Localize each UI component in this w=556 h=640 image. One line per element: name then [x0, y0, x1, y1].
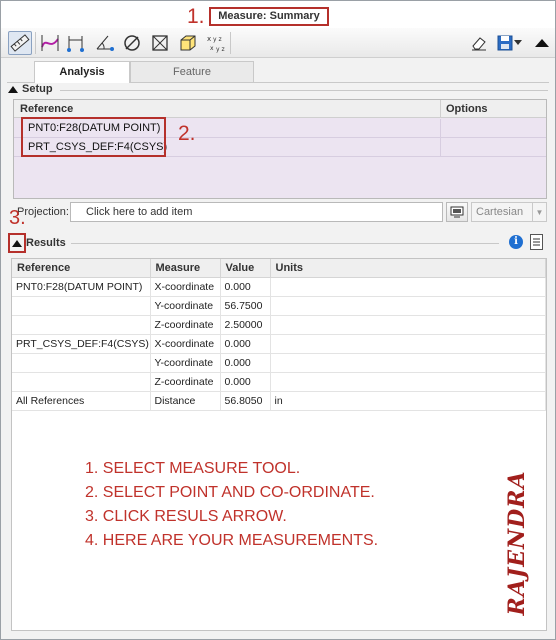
annotation-step-1: 1.	[187, 5, 205, 28]
value-cell: 56.8050	[220, 391, 271, 411]
reference-cell	[12, 372, 151, 392]
table-row[interactable]: All References Distance 56.8050 in	[12, 391, 546, 411]
instruction-line: 2. SELECT POINT AND CO-ORDINATE.	[85, 484, 375, 501]
window-title: Measure: Summary	[209, 7, 329, 26]
document-list-icon[interactable]	[530, 234, 543, 250]
column-header-measure[interactable]: Measure	[150, 259, 221, 278]
annotation-highlight-box	[21, 117, 166, 157]
volume-icon[interactable]	[176, 31, 200, 55]
reference-cell	[12, 296, 151, 316]
annotation-step-3: 3.	[9, 207, 26, 229]
results-table-panel: Reference Measure Value Units PNT0:F28(D…	[11, 258, 547, 631]
column-header-options: Options	[446, 103, 488, 115]
table-row[interactable]: PRT_CSYS_DEF:F4(CSYS) X-coordinate 0.000	[12, 334, 546, 354]
info-icon[interactable]: i	[509, 235, 523, 249]
collapse-arrow-icon	[12, 240, 22, 247]
value-cell: 56.7500	[220, 296, 271, 316]
table-row[interactable]: Z-coordinate 2.50000	[12, 315, 546, 335]
dropdown-icon[interactable]	[512, 31, 524, 55]
measure-cell: Z-coordinate	[150, 315, 221, 335]
units-cell	[270, 372, 546, 392]
coordinate-system-select[interactable]: Cartesian ▼	[471, 202, 547, 222]
divider	[60, 90, 548, 91]
reference-cell: PNT0:F28(DATUM POINT)	[12, 277, 151, 297]
ruler-measure-icon[interactable]	[8, 31, 32, 55]
svg-text:y z: y z	[213, 36, 222, 43]
setup-section-header[interactable]: Setup	[8, 83, 548, 97]
measure-window: Measure: Summary 1. xy zxy z Analysis Fe…	[0, 0, 556, 640]
distance-icon[interactable]	[64, 31, 88, 55]
setup-table-header: Reference Options	[14, 100, 546, 118]
annotation-step-2: 2.	[178, 122, 196, 145]
units-cell: in	[270, 391, 546, 411]
angle-icon[interactable]	[92, 31, 116, 55]
measure-cell: Z-coordinate	[150, 372, 221, 392]
instruction-line: 3. CLICK RESULS ARROW.	[85, 508, 287, 525]
measure-cell: Distance	[150, 391, 221, 411]
reference-cell	[12, 353, 151, 373]
value-cell: 2.50000	[220, 315, 271, 335]
tab-bar: Analysis Feature	[1, 59, 555, 83]
chevron-down-icon[interactable]: ▼	[532, 203, 546, 221]
instruction-line: 4. HERE ARE YOUR MEASUREMENTS.	[85, 532, 379, 549]
value-cell: 0.000	[220, 353, 271, 373]
monitor-icon[interactable]	[446, 202, 468, 222]
author-signature: RAJENDRA	[504, 470, 530, 616]
toolbar: xy zxy z	[1, 28, 555, 58]
collapse-icon[interactable]	[530, 31, 554, 55]
curve-length-icon[interactable]	[38, 31, 62, 55]
tab-analysis[interactable]: Analysis	[34, 61, 130, 83]
collapse-arrow-icon[interactable]	[8, 86, 18, 93]
projection-input[interactable]: Click here to add item	[70, 202, 443, 222]
instruction-line: 1. SELECT MEASURE TOOL.	[85, 460, 301, 477]
coordinate-system-value: Cartesian	[476, 206, 524, 218]
measure-cell: X-coordinate	[150, 277, 221, 297]
measure-cell: Y-coordinate	[150, 353, 221, 373]
diameter-icon[interactable]	[120, 31, 144, 55]
measure-cell: X-coordinate	[150, 334, 221, 354]
reference-cell	[12, 315, 151, 335]
column-header-reference[interactable]: Reference	[12, 259, 151, 278]
table-row[interactable]: PNT0:F28(DATUM POINT) X-coordinate 0.000	[12, 277, 546, 297]
column-header-reference: Reference	[20, 103, 74, 115]
results-collapse-button[interactable]	[8, 233, 26, 253]
svg-text:x: x	[210, 45, 214, 52]
value-cell: 0.000	[220, 277, 271, 297]
eraser-icon[interactable]	[467, 31, 491, 55]
transform-xyz-icon[interactable]: xy zxy z	[204, 31, 228, 55]
column-header-units[interactable]: Units	[270, 259, 546, 278]
column-header-value[interactable]: Value	[220, 259, 271, 278]
units-cell	[270, 334, 546, 354]
area-icon[interactable]	[148, 31, 172, 55]
units-cell	[270, 296, 546, 316]
reference-cell: PRT_CSYS_DEF:F4(CSYS)	[12, 334, 151, 354]
results-table: Reference Measure Value Units PNT0:F28(D…	[12, 259, 546, 411]
table-row[interactable]: Y-coordinate 56.7500	[12, 296, 546, 316]
units-cell	[270, 353, 546, 373]
title-bar: Measure: Summary	[1, 1, 555, 28]
results-title: Results	[26, 237, 66, 249]
measure-cell: Y-coordinate	[150, 296, 221, 316]
reference-cell: All References	[12, 391, 151, 411]
setup-title: Setup	[22, 83, 53, 95]
divider	[71, 243, 499, 244]
instructions-overlay: 1. SELECT MEASURE TOOL. 2. SELECT POINT …	[85, 457, 378, 553]
units-cell	[270, 315, 546, 335]
svg-text:y z: y z	[216, 46, 225, 53]
units-cell	[270, 277, 546, 297]
value-cell: 0.000	[220, 372, 271, 392]
tab-feature[interactable]: Feature	[130, 61, 254, 83]
table-row[interactable]: Z-coordinate 0.000	[12, 372, 546, 392]
svg-text:x: x	[207, 35, 211, 43]
table-row[interactable]: Y-coordinate 0.000	[12, 353, 546, 373]
value-cell: 0.000	[220, 334, 271, 354]
